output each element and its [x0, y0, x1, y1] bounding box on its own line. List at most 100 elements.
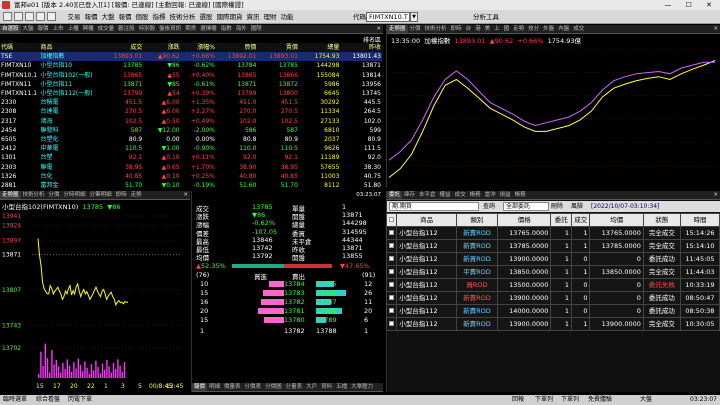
futures-line-chart[interactable]: 1394113924138971387113807137431370215 17 2…: [0, 210, 190, 392]
futures-chart-tab[interactable]: 技術分析: [21, 191, 47, 199]
orders-tab[interactable]: 委託: [387, 191, 403, 199]
column-header[interactable]: 買價: [215, 43, 258, 53]
statusbar-item[interactable]: 免費體驗: [588, 395, 612, 405]
quote-tab[interactable]: 觀注股: [116, 25, 137, 33]
quote-tab[interactable]: 成交量: [96, 25, 117, 33]
quote-tab[interactable]: 盤後資訊: [157, 25, 183, 33]
quote-tab[interactable]: 上市: [51, 25, 66, 33]
row-checkbox[interactable]: [389, 308, 395, 313]
column-header[interactable]: 漲幅%: [180, 43, 216, 53]
order-row[interactable]: 小型台指112 平賣ROD 13850.0000 1 1 13850.0000 完全成交 11…: [385, 265, 720, 279]
row-checkbox[interactable]: [389, 269, 395, 274]
settings-icon[interactable]: [47, 12, 56, 21]
close-icon[interactable]: ✕: [183, 191, 188, 199]
ask-price[interactable]: 13787: [316, 298, 337, 306]
futures-chart-tab[interactable]: 分時明細: [62, 191, 88, 199]
index-chart-tab[interactable]: 技術分析: [423, 25, 449, 33]
index-chart-tab[interactable]: 台: [464, 25, 474, 33]
row-checkbox-cell[interactable]: [385, 304, 398, 318]
order-row[interactable]: 小型台指112 新買ROD 13900.0000 1 0 0 委託成功 11:45:05: [385, 252, 720, 266]
bid-price[interactable]: 13780: [284, 316, 305, 324]
menu-item[interactable]: 指標: [151, 10, 167, 24]
row-checkbox[interactable]: [389, 243, 395, 248]
row-checkbox-cell[interactable]: [385, 239, 398, 253]
delete-button[interactable]: 刪除: [551, 201, 563, 212]
column-header[interactable]: 總量: [298, 43, 341, 53]
menu-item[interactable]: 個股: [134, 10, 150, 24]
futures-chart-tab[interactable]: 走勢: [129, 191, 144, 199]
statusbar-item[interactable]: 回報: [512, 395, 524, 405]
menu-item[interactable]: 交易: [66, 10, 82, 24]
row-checkbox[interactable]: [389, 295, 395, 300]
index-chart-tab[interactable]: 成交: [571, 25, 586, 33]
quote-row[interactable]: 2454 聯發科 587 ▼12.00 -2.00% 586 587 6810 599: [0, 126, 382, 135]
order-column-header[interactable]: 委託: [550, 213, 572, 227]
select-all-checkbox[interactable]: [389, 217, 395, 222]
close-icon[interactable]: ✕: [713, 25, 718, 33]
menu-item[interactable]: 大盤: [100, 10, 116, 24]
detail-tab[interactable]: 大單壓力: [349, 383, 375, 391]
detail-tab[interactable]: 分量表: [284, 383, 305, 391]
risk-button[interactable]: 風險: [571, 201, 583, 212]
quote-row[interactable]: 1326 台化 40.85 ▲0.10 +0.25% 40.80 40.85 11003 40.…: [0, 172, 382, 181]
detail-tab[interactable]: 明細: [207, 383, 222, 391]
quote-row[interactable]: 1301 台塑 92.1 ▲0.10 +0.11% 92.0 92.1 11189 92.0: [0, 153, 382, 162]
column-header[interactable]: 代碼: [0, 43, 40, 53]
detail-tab[interactable]: 資料: [319, 383, 334, 391]
index-chart-tab[interactable]: 美: [483, 25, 493, 33]
order-row[interactable]: 小型台指112 新賣ROD 13900.0000 1 0 0 委託成功 08:50:47: [385, 291, 720, 305]
bid-price[interactable]: 13783: [284, 289, 305, 297]
quote-row[interactable]: 2303 聯電 38.95 ▲0.65 +1.70% 38.90 38.95 57655 38.…: [0, 162, 382, 171]
layout-icon[interactable]: [36, 12, 45, 21]
order-column-header[interactable]: 類別: [455, 213, 498, 227]
home-icon[interactable]: [3, 12, 12, 21]
quote-tab[interactable]: 自選股: [0, 25, 21, 33]
futures-chart-tab[interactable]: 即時: [114, 191, 129, 199]
orders-tab[interactable]: 帳務: [468, 191, 483, 199]
bid-price[interactable]: 13781: [284, 307, 305, 315]
quote-row[interactable]: 2881 富邦金 51.70 ▼0.10 -0.19% 51.60 51.70 8112 51.…: [0, 181, 382, 188]
row-checkbox[interactable]: [389, 321, 395, 326]
quote-tab[interactable]: 選擇權: [198, 25, 219, 33]
statusbar-item[interactable]: 下單列: [561, 395, 579, 405]
detail-tab[interactable]: 價量表: [222, 383, 243, 391]
menu-item[interactable]: 報價: [117, 10, 133, 24]
order-filter-select[interactable]: 全部委託: [503, 202, 549, 211]
quote-row[interactable]: TSE 加權指數 13893.01 ▲90.62 +0.66% 13892.01 13893…: [0, 52, 382, 62]
order-column-header[interactable]: [385, 213, 398, 227]
quote-tab[interactable]: 國際: [249, 25, 264, 33]
ask-price[interactable]: 13786: [316, 289, 337, 297]
column-header[interactable]: 漲跌: [143, 43, 181, 53]
order-row[interactable]: 小型台指112 新賣ROD 14000.0000 1 0 0 委託成功 08:50:38: [385, 304, 720, 318]
menu-item[interactable]: 理財: [262, 10, 278, 24]
row-checkbox-cell[interactable]: [385, 278, 398, 292]
detail-tab[interactable]: 分價表: [243, 383, 264, 391]
order-column-header[interactable]: 狀態: [642, 213, 681, 227]
quote-row[interactable]: 6505 台塑化 80.9 0.00 0.00% 80.8 80.9 2037 80.9: [0, 135, 382, 144]
quote-row[interactable]: 2330 台積電 451.5 ▲6.00 +1.35% 451.0 451.5 30292 44…: [0, 98, 382, 107]
close-icon[interactable]: ✕: [713, 191, 718, 199]
dropdown-icon[interactable]: ▼: [410, 12, 418, 22]
menu-item[interactable]: 技術分析: [168, 10, 197, 24]
quote-row[interactable]: FIMTXN11 小型台指11 13871 ▼85 -0.61% 13871 13872 59…: [0, 80, 382, 89]
index-chart-tab[interactable]: 走勢圖: [387, 25, 408, 33]
orders-tab[interactable]: 權益: [438, 191, 453, 199]
orders-tab[interactable]: 當沖: [483, 191, 498, 199]
account-select[interactable]: 期.期貨: [389, 202, 479, 211]
order-row[interactable]: 小型台指112 新賣ROD 13900.0000 1 1 13900.0000 完全成交 10…: [385, 317, 720, 331]
analysis-tools-menu[interactable]: 分析工具: [473, 10, 499, 24]
futures-chart-tab[interactable]: 分筆明細: [88, 191, 114, 199]
quote-row[interactable]: FIMTXN10.1 小型台指102(一般) 13865 ▲55 +0.40% 13865…: [0, 71, 382, 80]
index-chart-tab[interactable]: 港: [473, 25, 483, 33]
menu-item[interactable]: 功能: [279, 10, 295, 24]
column-header[interactable]: 昨收: [340, 43, 382, 53]
orders-tab[interactable]: 損益: [498, 191, 513, 199]
index-chart-tab[interactable]: 上: [492, 25, 502, 33]
window-controls[interactable]: — ☐ ✕: [664, 0, 718, 10]
statusbar-item[interactable]: 大盤: [640, 395, 652, 405]
order-column-header[interactable]: 時間: [679, 213, 720, 227]
ask-price[interactable]: 13789: [316, 316, 337, 324]
quote-tab[interactable]: 興櫃: [81, 25, 96, 33]
futures-chart-tab[interactable]: 走勢圖: [0, 191, 21, 199]
menu-item[interactable]: 選股: [198, 10, 214, 24]
